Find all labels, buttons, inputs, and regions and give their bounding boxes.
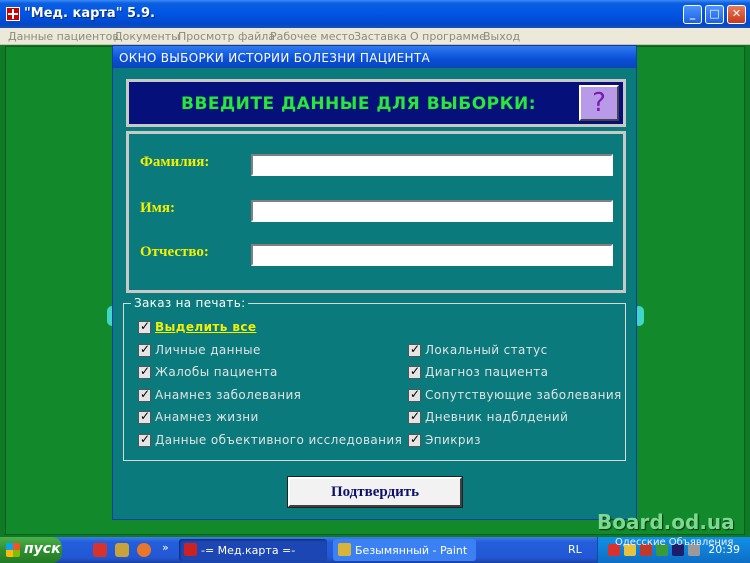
name-label: Имя: — [140, 200, 175, 216]
paint-icon — [338, 543, 351, 556]
surname-label: Фамилия: — [140, 154, 210, 170]
print-item-label: Анамнез жизни — [155, 410, 259, 424]
task-paint[interactable]: Безымянный - Paint — [333, 539, 476, 561]
watermark: Board.od.ua — [597, 510, 735, 534]
tray-popup-text: Одесские Объявления — [615, 537, 734, 548]
checkbox-checked-icon[interactable] — [138, 387, 151, 402]
medical-cross-icon — [6, 7, 20, 21]
quicklaunch-browser-icon[interactable] — [137, 543, 151, 557]
confirm-button[interactable]: Подтвердить — [287, 476, 463, 508]
print-item-label: Эпикриз — [425, 433, 481, 447]
prompt-panel: ВВЕДИТЕ ДАННЫЕ ДЛЯ ВЫБОРКИ: ? — [126, 79, 626, 127]
checkbox-checked-icon[interactable] — [408, 387, 421, 402]
checkbox-checked-icon[interactable] — [408, 342, 421, 357]
checkbox-checked-icon[interactable] — [138, 319, 151, 334]
task-medcard-label: -= Мед.карта =- — [201, 544, 296, 557]
checkbox-checked-icon[interactable] — [138, 432, 151, 447]
menu-documents[interactable]: Документы — [114, 30, 180, 43]
patronymic-label: Отчество: — [140, 244, 209, 260]
checkbox-checked-icon[interactable] — [408, 432, 421, 447]
select-all-label[interactable]: Выделить все — [155, 320, 256, 334]
dialog-title[interactable]: ОКНО ВЫБОРКИ ИСТОРИИ БОЛЕЗНИ ПАЦИЕНТА — [113, 46, 636, 68]
print-item-label: Локальный статус — [425, 343, 548, 357]
language-indicator[interactable]: RL — [568, 543, 582, 556]
menu-bar: Данные пациентов Документы Просмотр файл… — [0, 28, 750, 45]
surname-input[interactable] — [251, 154, 613, 176]
start-button[interactable]: пуск — [0, 537, 62, 563]
medical-cross-icon — [184, 543, 197, 556]
title-bar[interactable]: "Мед. карта" 5.9. _ □ ✕ — [0, 0, 750, 28]
quicklaunch-heart-icon[interactable] — [93, 543, 107, 557]
task-medcard[interactable]: -= Мед.карта =- — [179, 539, 327, 561]
print-item-label: Анамнез заболевания — [155, 388, 302, 402]
patronymic-input[interactable] — [251, 244, 613, 266]
close-button[interactable]: ✕ — [727, 5, 746, 24]
window-title: "Мед. карта" 5.9. — [24, 6, 155, 21]
minimize-button[interactable]: _ — [683, 5, 702, 24]
checkbox-checked-icon[interactable] — [408, 364, 421, 379]
print-item-label: Личные данные — [155, 343, 261, 357]
selection-dialog: ОКНО ВЫБОРКИ ИСТОРИИ БОЛЕЗНИ ПАЦИЕНТА ВВ… — [112, 45, 637, 520]
quicklaunch-app-icon[interactable] — [115, 543, 129, 557]
menu-view-file[interactable]: Просмотр файла — [178, 30, 275, 43]
help-button[interactable]: ? — [579, 85, 619, 121]
fields-panel: Фамилия: Имя: Отчество: — [126, 131, 626, 293]
menu-splash[interactable]: Заставка — [354, 30, 407, 43]
app-window: "Мед. карта" 5.9. _ □ ✕ Данные пациентов… — [0, 0, 750, 537]
menu-about[interactable]: О программе — [410, 30, 486, 43]
print-item-label: Диагноз пациента — [425, 365, 549, 379]
print-item-label: Сопутствующие заболевания — [425, 388, 622, 402]
name-input[interactable] — [251, 200, 613, 222]
print-item-label: Данные объективного исследования — [155, 433, 403, 447]
prompt-heading: ВВЕДИТЕ ДАННЫЕ ДЛЯ ВЫБОРКИ: — [181, 94, 537, 114]
quicklaunch-more-icon[interactable]: » — [162, 541, 169, 554]
task-paint-label: Безымянный - Paint — [355, 544, 468, 557]
print-order-group: Заказ на печать: Выделить все Личные дан… — [123, 296, 626, 461]
checkbox-checked-icon[interactable] — [408, 409, 421, 424]
print-item-label: Дневник надблдений — [425, 410, 569, 424]
print-order-legend: Заказ на печать: — [131, 296, 249, 310]
menu-workplace[interactable]: Рабочее место — [270, 30, 355, 43]
start-label: пуск — [24, 541, 61, 557]
checkbox-checked-icon[interactable] — [138, 342, 151, 357]
menu-exit[interactable]: Выход — [483, 30, 520, 43]
windows-logo-icon — [6, 543, 20, 557]
checkbox-checked-icon[interactable] — [138, 364, 151, 379]
menu-patient-data[interactable]: Данные пациентов — [8, 30, 119, 43]
print-item-label: Жалобы пациента — [155, 365, 278, 379]
checkbox-checked-icon[interactable] — [138, 409, 151, 424]
maximize-button[interactable]: □ — [705, 5, 724, 24]
